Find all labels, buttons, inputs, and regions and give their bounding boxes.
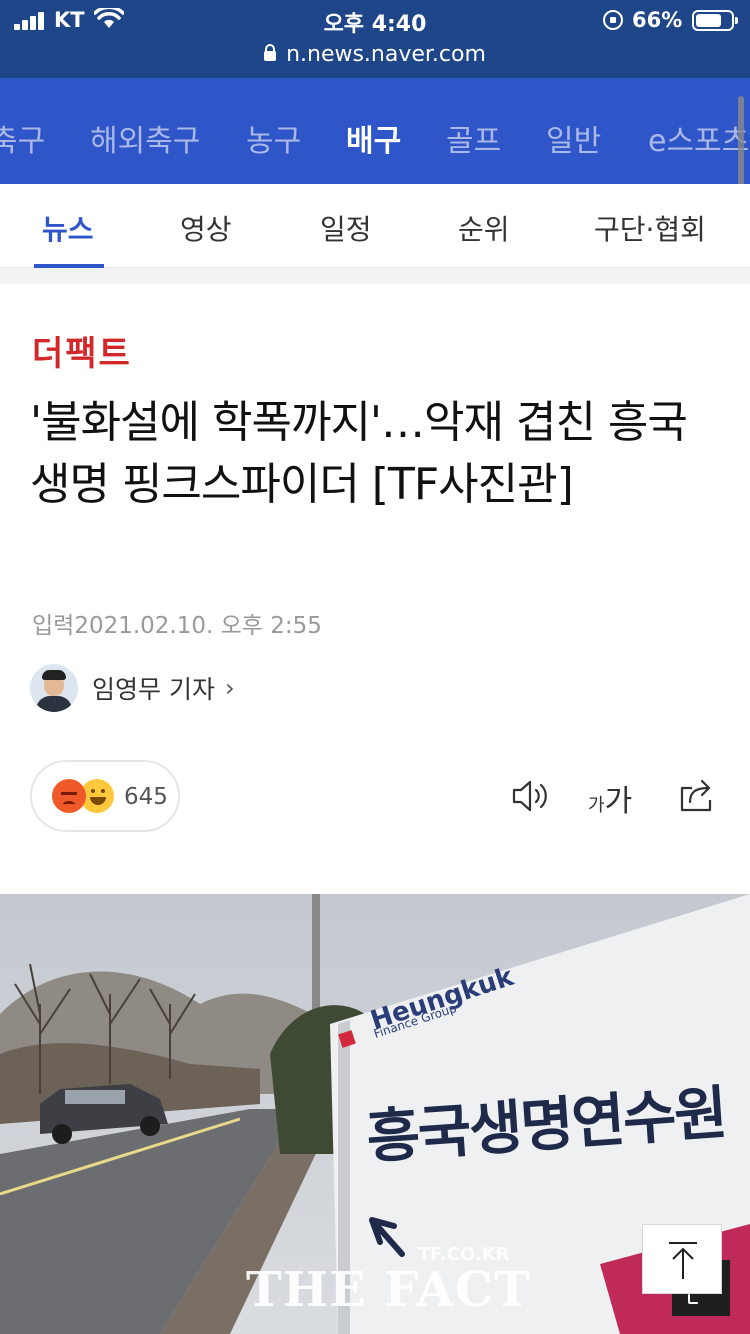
rotation-lock-icon	[603, 10, 623, 30]
share-icon[interactable]	[678, 776, 714, 816]
sub-tab-bar: 뉴스 영상 일정 순위 구단·협회	[0, 184, 750, 268]
category-volleyball[interactable]: 배구	[346, 116, 401, 160]
arrow-up-icon	[669, 1242, 697, 1279]
reaction-count: 645	[124, 784, 168, 810]
font-size-large: 가	[604, 784, 633, 819]
status-bar: KT 오후 4:40 66%	[0, 0, 750, 40]
watermark-brand: THE FACT	[246, 1262, 531, 1318]
scroll-to-top-button[interactable]	[642, 1224, 722, 1294]
lock-icon	[264, 44, 277, 61]
press-logo[interactable]: 더팩트	[32, 326, 132, 375]
section-divider	[0, 268, 750, 284]
address-bar[interactable]: n.news.naver.com	[0, 42, 750, 67]
speaker-icon[interactable]	[510, 776, 550, 816]
reporter-link[interactable]: 임영무 기자 ›	[30, 664, 235, 712]
battery-icon	[692, 10, 738, 31]
category-general[interactable]: 일반	[546, 116, 601, 160]
angry-emoji-icon	[52, 779, 86, 813]
tab-ranking[interactable]: 순위	[458, 208, 510, 248]
browser-top-bar: KT 오후 4:40 66% n.news.naver.com	[0, 0, 750, 78]
category-soccer[interactable]: 축구	[0, 116, 45, 160]
sports-category-nav: 축구 해외축구 농구 배구 골프 일반 e스포츠	[0, 78, 750, 184]
category-basketball[interactable]: 농구	[246, 116, 301, 160]
tab-schedule[interactable]: 일정	[320, 208, 372, 248]
avatar	[30, 664, 78, 712]
category-world-soccer[interactable]: 해외축구	[90, 116, 200, 160]
category-esports[interactable]: e스포츠	[648, 116, 749, 160]
reporter-name: 임영무 기자	[92, 675, 215, 704]
article-datetime: 입력2021.02.10. 오후 2:55	[32, 606, 322, 640]
tab-teams[interactable]: 구단·협회	[594, 208, 706, 248]
font-size-small: 가	[588, 795, 605, 816]
battery-percent: 66%	[632, 8, 683, 32]
font-size-button[interactable]: 가가	[588, 776, 638, 819]
datetime-value: 2021.02.10. 오후 2:55	[74, 613, 322, 639]
tab-news[interactable]: 뉴스	[42, 208, 94, 248]
chevron-right-icon: ›	[224, 674, 235, 702]
reaction-button[interactable]: 645	[30, 760, 180, 832]
input-label: 입력	[32, 613, 75, 639]
article-headline: '불화설에 학폭까지'…악재 겹친 흥국생명 핑크스파이더 [TF사진관]	[30, 397, 688, 510]
category-golf[interactable]: 골프	[446, 116, 501, 160]
article-photo[interactable]: Heungkuk Finance Group 흥국생명연수원 TF.CO.KR …	[0, 894, 750, 1334]
tab-video[interactable]: 영상	[180, 208, 232, 248]
url-text: n.news.naver.com	[286, 42, 486, 67]
